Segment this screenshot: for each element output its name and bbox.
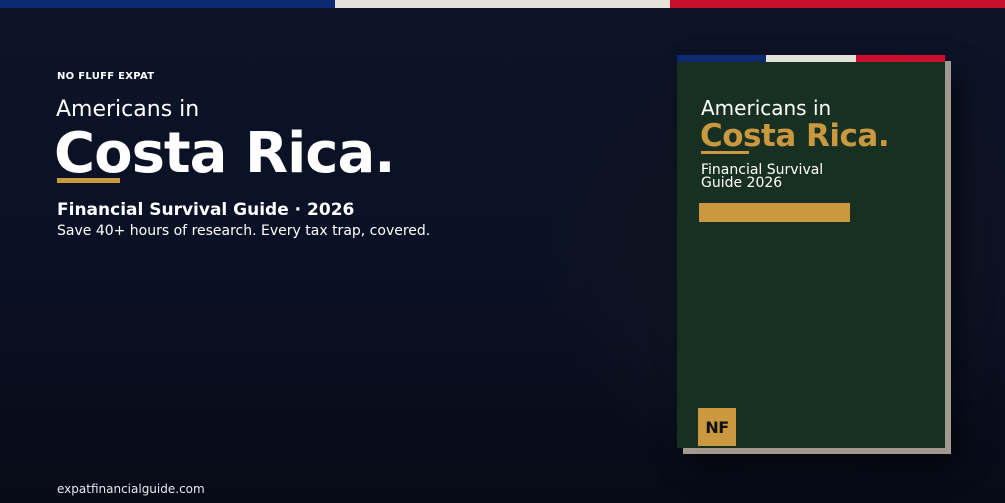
book-title-small: Americans in	[701, 96, 832, 120]
hero-subtitle: Financial Survival Guide · 2026	[57, 200, 355, 220]
book-logo: NF	[698, 408, 736, 446]
flag-red-segment	[670, 0, 1005, 8]
book-flag-white-segment	[766, 55, 856, 62]
hero-tagline: Save 40+ hours of research. Every tax tr…	[57, 223, 431, 239]
book-cover: Americans in Costa Rica. Financial Survi…	[677, 55, 945, 448]
website-link[interactable]: expatfinancialguide.com	[57, 482, 205, 496]
flag-white-segment	[335, 0, 670, 8]
book-flag-stripe	[677, 55, 945, 62]
flag-blue-segment	[0, 0, 335, 8]
flag-stripe	[0, 0, 1005, 8]
hero-title-small: Americans in	[56, 97, 200, 122]
book-accent-bar	[699, 203, 850, 222]
book-subtitle: Financial Survival Guide 2026	[701, 162, 824, 191]
brand-name: NO FLUFF EXPAT	[57, 71, 155, 82]
book-flag-red-segment	[855, 55, 945, 62]
book-flag-blue-segment	[677, 55, 767, 62]
hero-title-big: Costa Rica.	[54, 121, 396, 186]
book-title-big: Costa Rica.	[700, 118, 890, 154]
book-title-underline	[701, 151, 749, 154]
hero-title-underline	[57, 178, 120, 183]
